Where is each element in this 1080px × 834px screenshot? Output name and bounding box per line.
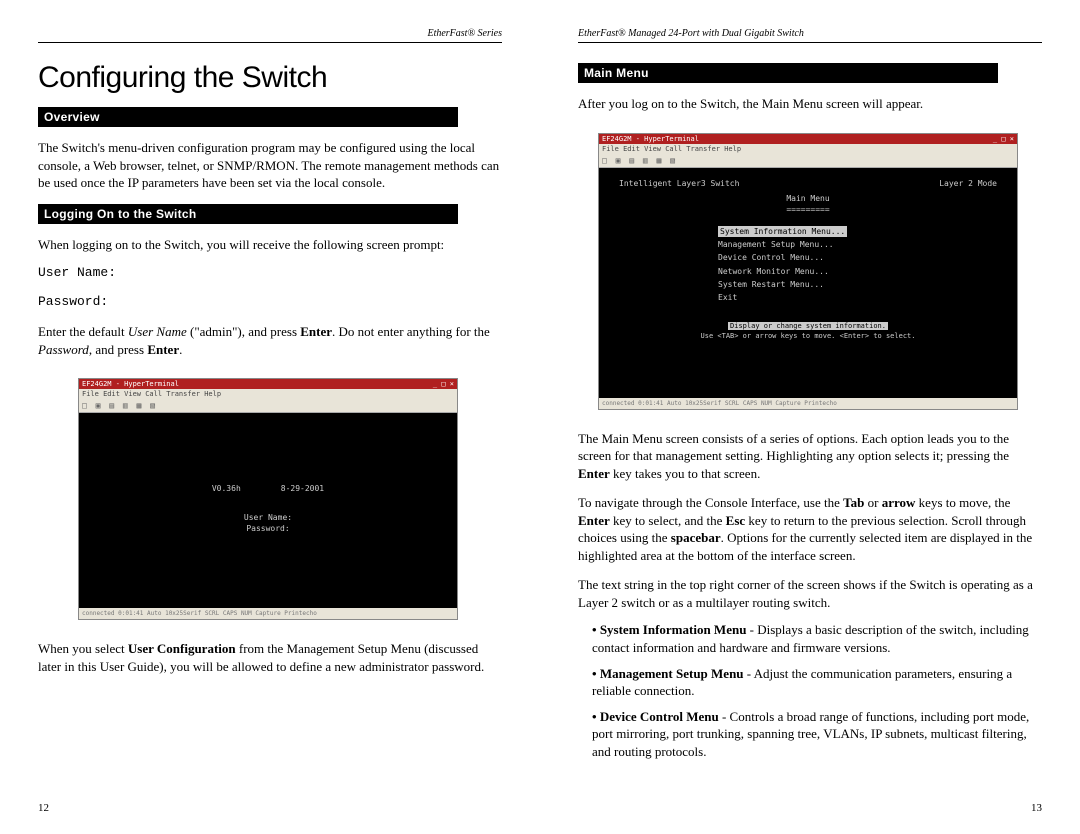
login-intro: When logging on to the Switch, you will …	[38, 236, 502, 254]
bullet-system-info: System Information Menu - Displays a bas…	[592, 621, 1042, 656]
terminal-login-figure: EF24G2M - HyperTerminal_ □ × File Edit V…	[78, 378, 458, 620]
terminal2-menubar: File Edit View Call Transfer Help	[599, 144, 1017, 154]
menu-items: System Information Menu... Management Se…	[718, 225, 898, 304]
terminal2-toolbar: □ ▣ ▤ ▥ ▦ ▧	[599, 154, 1017, 168]
chapter-title: Configuring the Switch	[38, 61, 502, 95]
menu-bullet-list: System Information Menu - Displays a bas…	[592, 621, 1042, 768]
section-overview: Overview	[38, 107, 458, 127]
layer-mode-note: The text string in the top right corner …	[578, 576, 1042, 611]
terminal2-titlebar: EF24G2M - HyperTerminal_ □ ×	[599, 134, 1017, 144]
section-main-menu: Main Menu	[578, 63, 998, 83]
overview-text: The Switch's menu-driven configuration p…	[38, 139, 502, 192]
mono-pass: Password:	[38, 294, 502, 311]
terminal-titlebar: EF24G2M - HyperTerminal_ □ ×	[79, 379, 457, 389]
left-page: EtherFast® Series Configuring the Switch…	[0, 0, 540, 834]
mono-user: User Name:	[38, 265, 502, 282]
terminal-menubar: File Edit View Call Transfer Help	[79, 389, 457, 399]
bullet-device-control: Device Control Menu - Controls a broad r…	[592, 708, 1042, 761]
header-left: EtherFast® Series	[38, 28, 502, 43]
navigation-desc: To navigate through the Console Interfac…	[578, 494, 1042, 564]
right-page: EtherFast® Managed 24-Port with Dual Gig…	[540, 0, 1080, 834]
terminal-toolbar: □ ▣ ▤ ▥ ▦ ▧	[79, 399, 457, 413]
mainmenu-intro: After you log on to the Switch, the Main…	[578, 95, 1042, 113]
header-right: EtherFast® Managed 24-Port with Dual Gig…	[578, 28, 1042, 43]
bullet-management-setup: Management Setup Menu - Adjust the commu…	[592, 665, 1042, 700]
terminal2-statusbar: connected 0:01:41 Auto 10x25Serif SCRL C…	[599, 398, 1017, 409]
page-number-right: 13	[578, 802, 1042, 814]
user-config-note: When you select User Configuration from …	[38, 640, 502, 675]
login-instructions: Enter the default User Name ("admin"), a…	[38, 323, 502, 358]
section-logging-on: Logging On to the Switch	[38, 204, 458, 224]
terminal-statusbar: connected 0:01:41 Auto 10x25Serif SCRL C…	[79, 608, 457, 619]
terminal-mainmenu-figure: EF24G2M - HyperTerminal_ □ × File Edit V…	[598, 133, 1018, 410]
terminal-screen: V0.36h 8-29-2001 User Name: Password:	[79, 413, 457, 608]
page-number-left: 12	[38, 802, 502, 814]
mainmenu-desc: The Main Menu screen consists of a serie…	[578, 430, 1042, 483]
terminal2-screen: Intelligent Layer3 Switch Layer 2 Mode M…	[599, 168, 1017, 398]
